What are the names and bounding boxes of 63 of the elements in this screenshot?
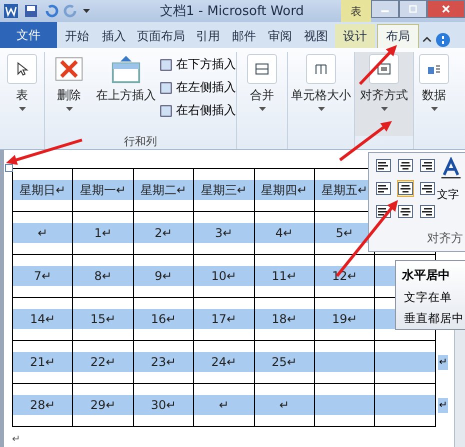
merge-button[interactable]: 合并 — [237, 52, 287, 136]
table-cell: 22↵ — [73, 352, 133, 372]
table-button[interactable]: 表 — [0, 52, 44, 136]
ribbon-tab[interactable]: 文件 — [0, 22, 57, 48]
context-tab-label: 表 — [341, 0, 371, 22]
ribbon-tab[interactable]: 视图 — [299, 24, 333, 48]
header-cell: 星期日↵ — [13, 180, 72, 200]
insert-button[interactable]: 在下方插入 — [159, 56, 236, 73]
row-end-mark: ↵ — [438, 354, 448, 370]
ribbon-tab[interactable]: 引用 — [191, 24, 225, 48]
header-cell: 星期三↵ — [194, 180, 254, 200]
table-cell: 11↵ — [254, 266, 314, 286]
table-cell: 21↵ — [13, 352, 72, 372]
cell-size-button[interactable]: 单元格大小 — [288, 52, 354, 136]
table-cell: 9↵ — [134, 266, 194, 286]
table-cell: 7↵ — [13, 266, 72, 286]
table-cell: 2↵ — [134, 223, 194, 243]
table-cell: 10↵ — [194, 266, 254, 286]
table-cell: ↵ — [254, 395, 314, 415]
insert-button[interactable]: 在左侧插入 — [159, 79, 236, 96]
table-cell: 4↵ — [254, 223, 314, 243]
ribbon-tab[interactable]: 布局 — [377, 24, 419, 48]
delete-button[interactable]: 删除 — [45, 52, 93, 134]
ribbon-tab[interactable]: 设计 — [335, 24, 375, 48]
table-cell: 17↵ — [194, 309, 254, 329]
tooltip-text: 文字在单 — [403, 290, 453, 305]
header-cell: 星期一↵ — [73, 180, 133, 200]
header-cell: 星期二↵ — [134, 180, 194, 200]
table-cell: ↵ — [13, 223, 72, 243]
table-cell: ↵ — [194, 395, 254, 415]
tooltip-text: 垂直都居中 — [403, 311, 465, 326]
row-end-mark: ↵ — [438, 398, 448, 412]
paragraph-mark: ↵ — [12, 434, 20, 445]
table-cell: 25↵ — [254, 352, 314, 372]
table-cell: 19↵ — [314, 309, 374, 329]
header-cell: 星期四↵ — [254, 180, 314, 200]
table-cell: 12↵ — [314, 266, 374, 286]
window-title: 文档1 - Microsoft Word — [160, 3, 304, 20]
table-cell: 29↵ — [73, 395, 133, 415]
ribbon-tab[interactable]: 插入 — [97, 24, 131, 48]
table-cell: 28↵ — [13, 395, 72, 415]
ribbon-tab[interactable]: 页面布局 — [133, 24, 189, 48]
insert-above-button[interactable]: 在上方插入 — [93, 52, 159, 134]
text-direction-label[interactable]: 文字 — [437, 187, 462, 202]
tooltip-title: 水平居中 — [402, 267, 451, 284]
table-cell: 15↵ — [73, 309, 133, 329]
ribbon-tab[interactable]: 审阅 — [263, 24, 297, 48]
table-cell: 23↵ — [134, 352, 194, 372]
alignment-button[interactable]: 对齐方式 — [355, 52, 413, 136]
group-label: 对齐方 — [426, 230, 464, 247]
table-cell: 3↵ — [194, 223, 254, 243]
group-label: 行和列 — [124, 134, 157, 149]
table-cell: 24↵ — [194, 352, 254, 372]
table-cell: 8↵ — [73, 266, 133, 286]
data-button[interactable]: 数据 — [414, 52, 454, 149]
ribbon-tab[interactable]: 邮件 — [227, 24, 261, 48]
table-cell: 14↵ — [13, 309, 72, 329]
table-cell: 30↵ — [134, 395, 194, 415]
table-cell: 1↵ — [73, 223, 133, 243]
table-cell: 16↵ — [134, 309, 194, 329]
insert-button[interactable]: 在右侧插入 — [159, 102, 236, 119]
table-cell: 18↵ — [254, 309, 314, 329]
ribbon-tab[interactable]: 开始 — [59, 24, 95, 48]
